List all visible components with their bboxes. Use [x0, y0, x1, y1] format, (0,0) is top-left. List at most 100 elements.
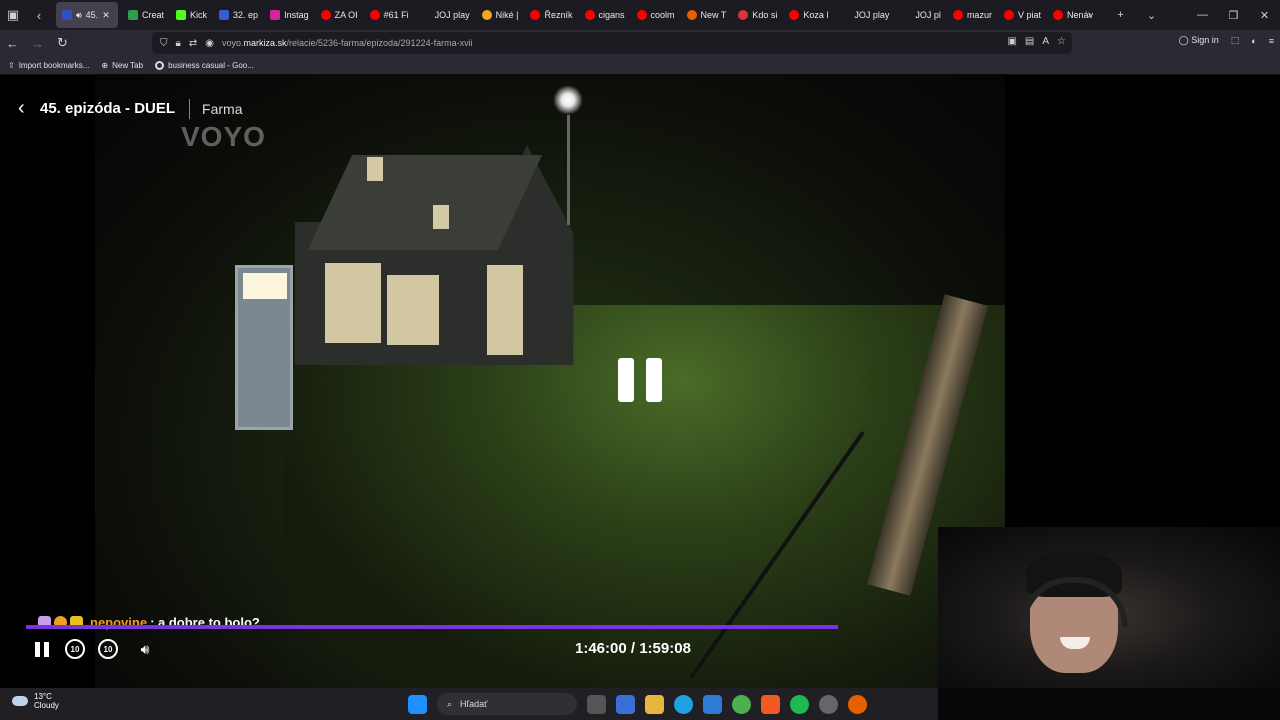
- browser-tab[interactable]: coolm: [631, 2, 681, 28]
- taskbar-apps: ⌕ Hľadať: [408, 693, 867, 715]
- volume-icon[interactable]: 🔊︎: [133, 638, 157, 660]
- progress-bar[interactable]: [26, 625, 838, 629]
- browser-tab[interactable]: Kick: [170, 2, 213, 28]
- temperature: 13°C: [34, 692, 52, 701]
- scene-window: [387, 275, 439, 345]
- browser-tab[interactable]: JOJ pl: [895, 2, 947, 28]
- url-text[interactable]: voyo.markiza.sk/relacie/5236-farma/epizo…: [222, 38, 473, 48]
- chrome-icon[interactable]: [732, 694, 751, 714]
- account-button[interactable]: ◯ Sign in: [1179, 35, 1219, 46]
- maximize-button[interactable]: ❐: [1218, 9, 1249, 22]
- audio-icon[interactable]: 🔊︎: [76, 10, 82, 21]
- browser-tab[interactable]: 🔊︎ 45. ✕: [56, 2, 118, 28]
- task-view-icon[interactable]: [587, 694, 606, 714]
- browser-tab[interactable]: JOJ play: [415, 2, 476, 28]
- store-icon[interactable]: [616, 694, 635, 714]
- tab-favicon-icon: [1052, 10, 1063, 20]
- tab-list-icon[interactable]: ▣: [0, 0, 26, 30]
- taskbar-search[interactable]: ⌕ Hľadať: [437, 693, 577, 715]
- weather-widget[interactable]: 13°C Cloudy: [12, 692, 59, 710]
- lock-icon[interactable]: 🔒︎: [176, 38, 181, 49]
- browser-tab[interactable]: Creat: [122, 2, 170, 28]
- browser-tab[interactable]: Instag: [264, 2, 315, 28]
- skip-forward-button[interactable]: 10: [98, 639, 118, 659]
- edge-icon[interactable]: [674, 694, 693, 714]
- app-icon[interactable]: [703, 694, 722, 714]
- obs-icon[interactable]: [819, 694, 838, 714]
- episode-header: ‹ 45. epizóda - DUEL Farma: [18, 97, 242, 120]
- firefox-icon[interactable]: [848, 694, 867, 714]
- reader-view-icon[interactable]: ▤: [1025, 36, 1034, 47]
- permissions-icon[interactable]: ⇄: [189, 38, 197, 49]
- browser-tab[interactable]: V piat: [998, 2, 1047, 28]
- tab-label: #61 Fi: [383, 10, 409, 20]
- browser-tab[interactable]: Koza l: [783, 2, 834, 28]
- spotify-icon[interactable]: [790, 694, 809, 714]
- browser-tab[interactable]: Řezník: [524, 2, 578, 28]
- menu-icon[interactable]: ≡: [1269, 36, 1274, 46]
- tab-favicon-icon: [530, 10, 541, 20]
- windows-taskbar: 13°C Cloudy ⌕ Hľadať: [0, 688, 938, 720]
- time-display: 1:46:00 / 1:59:08: [575, 640, 691, 657]
- browser-tab[interactable]: cigans: [579, 2, 631, 28]
- skip-back-button[interactable]: 10: [65, 639, 85, 659]
- close-tab-icon[interactable]: ✕: [102, 10, 110, 21]
- tab-favicon-icon: [952, 10, 963, 20]
- tab-label: 32. ep: [233, 10, 259, 20]
- video-frame: [95, 75, 1005, 688]
- browser-tab[interactable]: Kdo si: [732, 2, 783, 28]
- video-player[interactable]: VOYO ‹ 45. epizóda - DUEL Farma nepovine…: [0, 75, 1280, 688]
- file-explorer-icon[interactable]: [645, 694, 664, 714]
- tab-scroll-left-icon[interactable]: ‹: [26, 0, 52, 30]
- tab-scroll-right-icon[interactable]: ›: [1074, 9, 1105, 21]
- voyo-watermark: VOYO: [181, 121, 266, 152]
- brave-icon[interactable]: [761, 694, 780, 714]
- bookmark-business-casual[interactable]: business casual - Goo...: [155, 60, 254, 70]
- bookmark-import[interactable]: ⇪ Import bookmarks...: [8, 61, 89, 70]
- url-bar[interactable]: ⛉ 🔒︎ ⇄ ◉ voyo.markiza.sk/relacie/5236-fa…: [152, 32, 1072, 54]
- show-name[interactable]: Farma: [202, 101, 242, 117]
- center-pause-icon[interactable]: [618, 358, 664, 402]
- back-button[interactable]: ←: [0, 36, 25, 51]
- sign-in-label: Sign in: [1191, 35, 1219, 45]
- bookmark-label: New Tab: [112, 60, 144, 70]
- translate-icon[interactable]: A: [1042, 36, 1049, 47]
- weather-condition: Cloudy: [34, 701, 59, 710]
- browser-tab[interactable]: Niké |: [476, 2, 525, 28]
- tab-label: Řezník: [544, 10, 573, 20]
- reload-button[interactable]: ↻: [50, 35, 75, 51]
- bookmark-star-icon[interactable]: ☆: [1057, 36, 1066, 47]
- site-info-icon[interactable]: ◉: [205, 38, 214, 49]
- tab-label: Creat: [142, 10, 165, 20]
- list-all-tabs-icon[interactable]: ⌄: [1136, 9, 1167, 22]
- addon-icon[interactable]: ◐: [1251, 36, 1256, 46]
- tracking-protection-icon[interactable]: ⛉: [160, 38, 168, 49]
- forward-button[interactable]: →: [25, 36, 50, 51]
- search-icon: ⌕: [447, 698, 453, 709]
- picture-in-picture-icon[interactable]: ▣: [1007, 36, 1016, 47]
- browser-tab[interactable]: New T: [681, 2, 733, 28]
- window-controls: › + ⌄ — ❐ ✕: [1074, 0, 1280, 30]
- browser-tab[interactable]: 32. ep: [213, 2, 264, 28]
- tab-favicon-icon: [584, 10, 595, 20]
- tab-label: JOJ play: [434, 10, 470, 20]
- browser-tab[interactable]: #61 Fi: [364, 2, 415, 28]
- tab-label: Kick: [190, 10, 208, 20]
- tab-favicon-icon: [789, 10, 800, 20]
- minimize-button[interactable]: —: [1187, 9, 1218, 21]
- browser-tab[interactable]: mazur: [947, 2, 998, 28]
- tab-favicon-icon: [481, 10, 492, 20]
- scene-window: [325, 263, 381, 343]
- browser-tab[interactable]: JOJ play: [834, 2, 895, 28]
- tab-label: JOJ play: [854, 10, 890, 20]
- new-tab-button[interactable]: +: [1105, 9, 1136, 21]
- close-window-button[interactable]: ✕: [1249, 9, 1280, 22]
- back-arrow-icon[interactable]: ‹: [18, 97, 40, 120]
- extensions-icon[interactable]: ⬚: [1231, 35, 1240, 46]
- tab-favicon-icon: [270, 10, 281, 20]
- browser-tab[interactable]: ZA OI: [315, 2, 364, 28]
- pause-button[interactable]: [30, 638, 54, 660]
- windows-start-icon[interactable]: [408, 694, 427, 714]
- scene-lamp: [553, 85, 583, 115]
- bookmark-new-tab[interactable]: ⊕ New Tab: [101, 61, 143, 70]
